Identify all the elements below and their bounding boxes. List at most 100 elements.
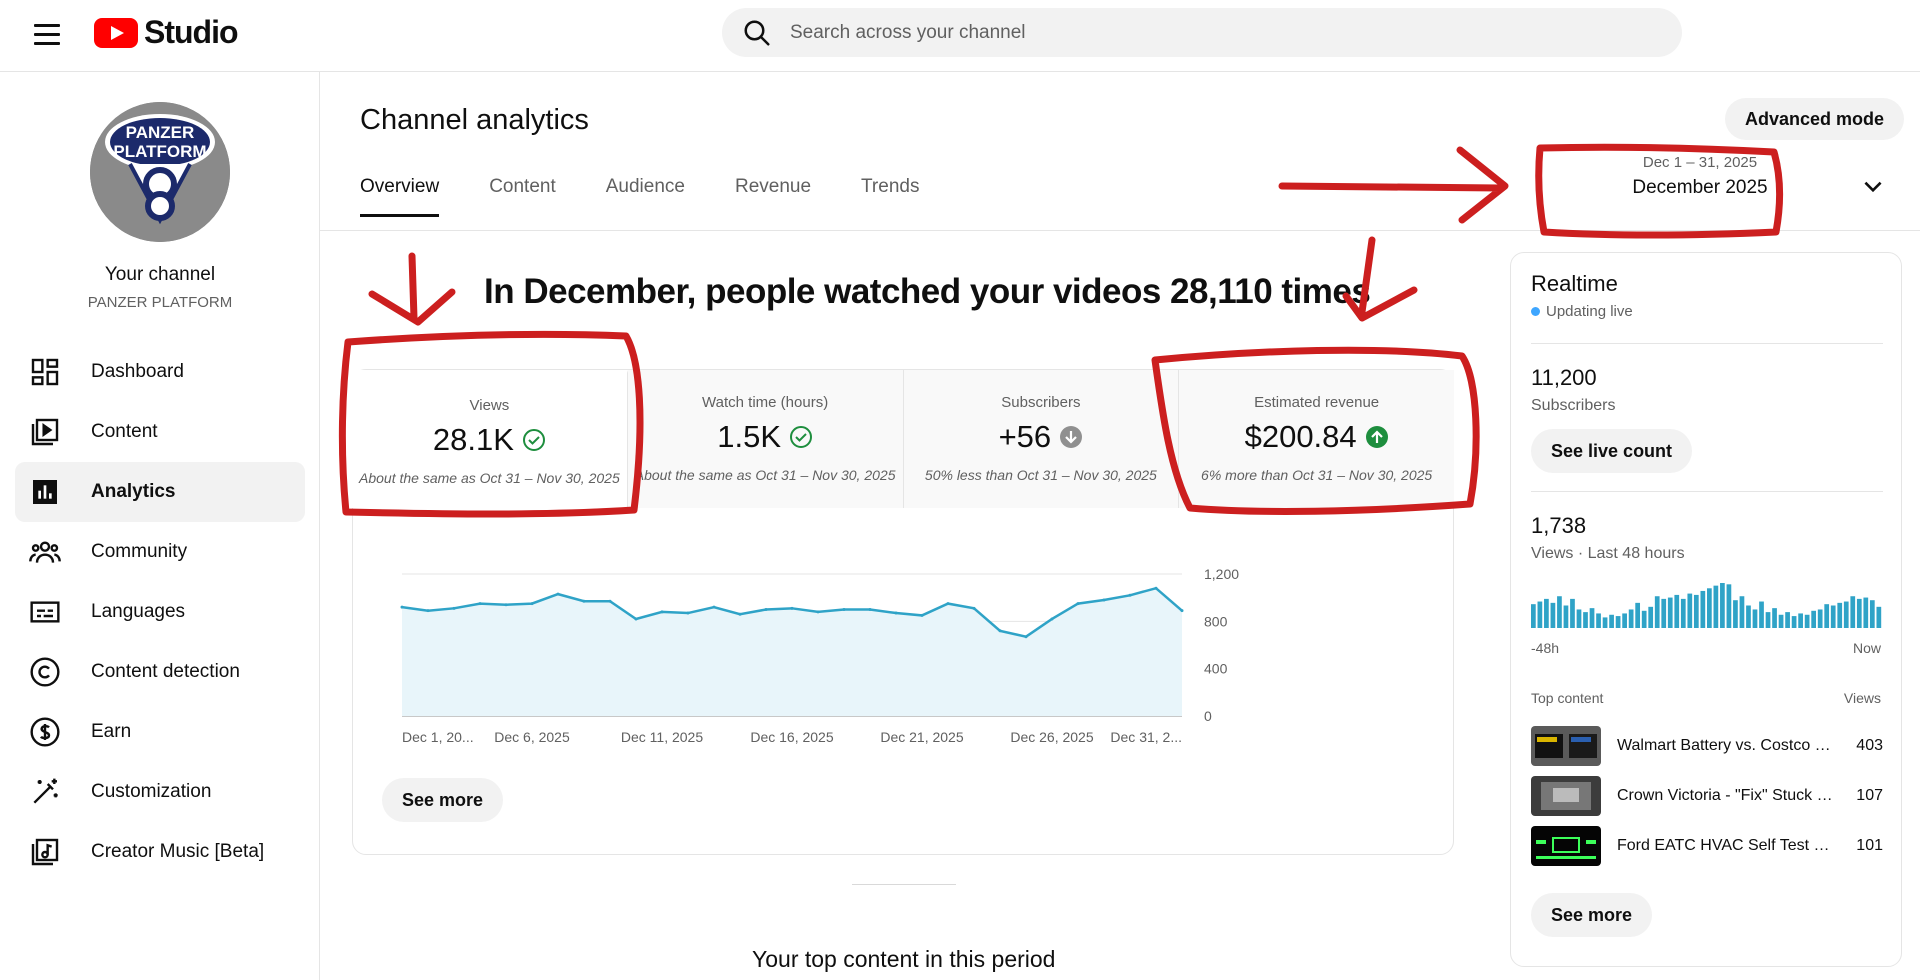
realtime-bar[interactable] (1531, 604, 1536, 628)
realtime-bar[interactable] (1850, 596, 1856, 628)
data-point[interactable] (842, 608, 846, 611)
realtime-bar[interactable] (1667, 597, 1673, 628)
realtime-bar[interactable] (1687, 593, 1693, 628)
date-picker[interactable]: Dec 1 – 31, 2025 December 2025 (1600, 154, 1800, 199)
realtime-bar[interactable] (1648, 606, 1654, 628)
realtime-bar[interactable] (1544, 598, 1549, 628)
data-point[interactable] (530, 602, 534, 606)
chevron-down-icon[interactable] (1860, 174, 1886, 200)
see-live-count-button[interactable]: See live count (1531, 429, 1693, 473)
realtime-bar[interactable] (1876, 606, 1882, 628)
data-point[interactable] (1076, 602, 1080, 606)
data-point[interactable] (1154, 586, 1158, 590)
search-input[interactable] (790, 21, 1590, 44)
realtime-bar[interactable] (1550, 602, 1556, 628)
realtime-bar-chart[interactable] (1531, 583, 1883, 628)
realtime-bar[interactable] (1830, 605, 1836, 629)
top-video-row[interactable]: Crown Victoria - "Fix" Stuck Fuel Door 1… (1531, 776, 1883, 816)
sidebar-item-analytics[interactable]: Analytics (15, 462, 305, 522)
data-point[interactable] (452, 606, 456, 610)
top-video-row[interactable]: Ford EATC HVAC Self Test Diagnostics 101 (1531, 826, 1883, 866)
realtime-bar[interactable] (1791, 616, 1797, 628)
realtime-bar[interactable] (1837, 602, 1843, 628)
realtime-bar[interactable] (1746, 605, 1751, 629)
realtime-bar[interactable] (1609, 614, 1614, 628)
data-point[interactable] (894, 611, 898, 615)
views-chart[interactable]: 0 400 800 1,200 Dec 1, 20... Dec 6, 2025 Dec 1… (380, 552, 1380, 832)
realtime-bar[interactable] (1863, 597, 1869, 628)
data-point[interactable] (634, 617, 638, 621)
data-point[interactable] (608, 599, 612, 603)
channel-avatar[interactable]: PANZER PLATFORM (90, 102, 230, 242)
data-point[interactable] (686, 611, 690, 615)
metric-subscribers[interactable]: Subscribers +56 50% less than Oct 31 – N… (903, 370, 1180, 508)
sidebar-item-languages[interactable]: Languages (15, 582, 305, 642)
realtime-bar[interactable] (1804, 614, 1810, 628)
tab-trends[interactable]: Trends (861, 156, 919, 217)
realtime-bar[interactable] (1824, 604, 1830, 628)
data-point[interactable] (426, 609, 430, 613)
realtime-bar[interactable] (1557, 596, 1562, 628)
data-point[interactable] (972, 606, 976, 610)
data-point[interactable] (790, 606, 794, 610)
data-point[interactable] (764, 608, 768, 611)
realtime-bar[interactable] (1707, 588, 1712, 628)
data-point[interactable] (582, 599, 586, 603)
channel-title[interactable]: Your channel (0, 264, 320, 286)
data-point[interactable] (1180, 609, 1184, 613)
realtime-bar[interactable] (1680, 598, 1686, 628)
realtime-see-more-button[interactable]: See more (1531, 893, 1653, 937)
advanced-mode-button[interactable]: Advanced mode (1725, 98, 1905, 140)
realtime-bar[interactable] (1856, 598, 1862, 628)
tab-audience[interactable]: Audience (606, 156, 685, 217)
sidebar-item-community[interactable]: Community (15, 522, 305, 582)
realtime-bar[interactable] (1772, 608, 1777, 628)
realtime-bar[interactable] (1583, 612, 1588, 628)
realtime-bar[interactable] (1641, 610, 1647, 628)
realtime-bar[interactable] (1615, 616, 1621, 628)
realtime-bar[interactable] (1720, 583, 1725, 628)
realtime-bar[interactable] (1798, 613, 1803, 628)
realtime-bar[interactable] (1785, 612, 1790, 628)
studio-logo[interactable]: Studio (94, 14, 239, 51)
data-point[interactable] (738, 612, 742, 616)
realtime-bar[interactable] (1726, 584, 1732, 628)
realtime-bar[interactable] (1654, 596, 1660, 628)
data-point[interactable] (478, 602, 482, 606)
realtime-bar[interactable] (1693, 594, 1699, 628)
sidebar-item-content[interactable]: Content (15, 402, 305, 462)
realtime-bar[interactable] (1759, 601, 1764, 628)
realtime-bar[interactable] (1765, 612, 1771, 628)
realtime-bar[interactable] (1739, 596, 1745, 628)
data-point[interactable] (868, 608, 872, 611)
see-more-button[interactable]: See more (382, 778, 504, 822)
data-point[interactable] (816, 610, 820, 614)
metric-watch-time[interactable]: Watch time (hours) 1.5K About the same a… (627, 370, 904, 508)
sidebar-item-creator-music[interactable]: Creator Music [Beta] (15, 822, 305, 882)
realtime-bar[interactable] (1778, 614, 1784, 628)
data-point[interactable] (660, 610, 664, 614)
realtime-bar[interactable] (1537, 601, 1543, 628)
realtime-bar[interactable] (1700, 590, 1706, 628)
data-point[interactable] (946, 602, 950, 606)
sidebar-item-customization[interactable]: Customization (15, 762, 305, 822)
data-point[interactable] (712, 605, 716, 609)
realtime-bar[interactable] (1602, 617, 1608, 628)
search-bar[interactable] (722, 8, 1682, 57)
data-point[interactable] (1050, 617, 1054, 621)
data-point[interactable] (504, 603, 508, 607)
realtime-bar[interactable] (1733, 600, 1738, 628)
metric-estimated-revenue[interactable]: Estimated revenue $200.84 6% more than O… (1179, 370, 1454, 508)
tab-content[interactable]: Content (489, 156, 556, 217)
data-point[interactable] (1102, 598, 1106, 602)
realtime-bar[interactable] (1635, 602, 1641, 628)
realtime-bar[interactable] (1811, 610, 1817, 628)
realtime-bar[interactable] (1589, 608, 1595, 628)
data-point[interactable] (1128, 593, 1132, 597)
sidebar-item-earn[interactable]: Earn (15, 702, 305, 762)
data-point[interactable] (400, 605, 404, 609)
top-video-row[interactable]: Walmart Battery vs. Costco Battery 403 (1531, 726, 1883, 766)
realtime-bar[interactable] (1752, 609, 1758, 628)
realtime-bar[interactable] (1622, 613, 1627, 628)
realtime-bar[interactable] (1628, 609, 1634, 628)
